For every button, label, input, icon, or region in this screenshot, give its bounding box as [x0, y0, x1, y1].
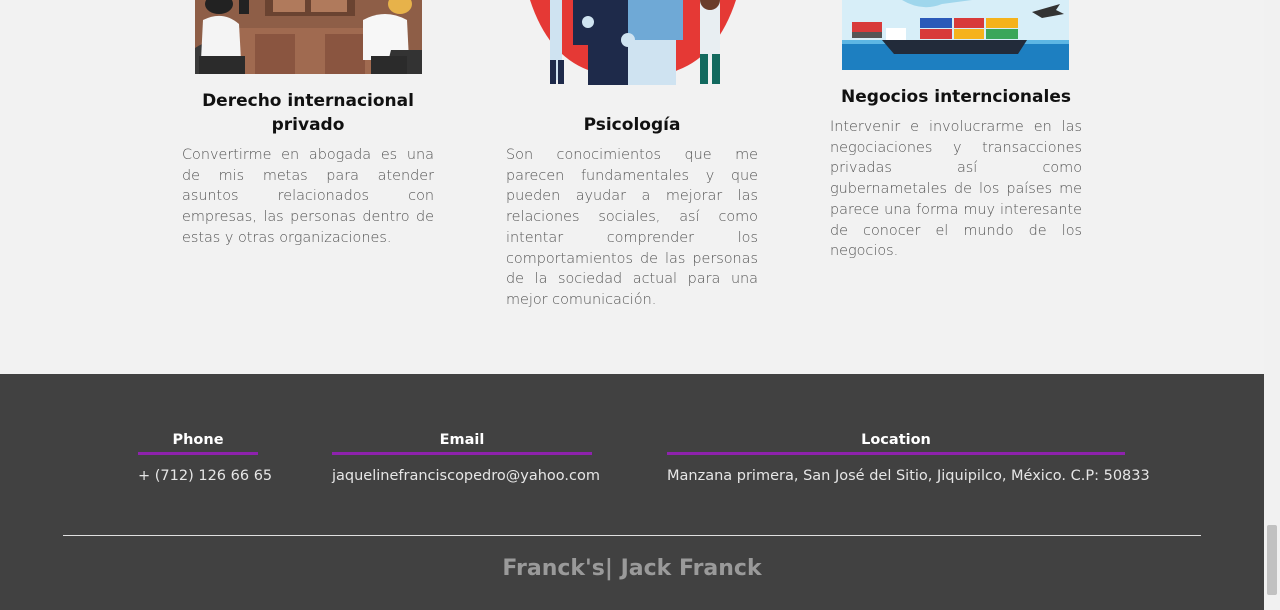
footer-email-underline	[332, 452, 592, 455]
vertical-scrollbar[interactable]	[1264, 0, 1280, 610]
cargo-ship-illustration	[842, 0, 1069, 70]
footer-phone-underline	[138, 452, 258, 455]
footer: Phone + (712) 126 66 65 Email jaquelinef…	[0, 374, 1264, 610]
footer-email-title: Email	[439, 432, 485, 448]
card-title-line1: Derecho internacional	[202, 91, 414, 111]
footer-email: Email jaquelinefranciscopedro@yahoo.com	[332, 430, 600, 486]
lawyers-illustration	[195, 0, 422, 74]
puzzle-illustration	[528, 0, 738, 90]
scrollbar-thumb[interactable]	[1267, 525, 1277, 595]
page: Derecho internacional privado Convertirm…	[0, 0, 1264, 610]
footer-location-title: Location	[861, 432, 931, 448]
card-title: Derecho internacional privado	[182, 89, 434, 137]
footer-location-underline	[667, 452, 1125, 455]
footer-email-value[interactable]: jaquelinefranciscopedro@yahoo.com	[332, 466, 600, 486]
footer-phone: Phone + (712) 126 66 65	[138, 430, 272, 486]
card-title: Psicología	[583, 115, 681, 135]
footer-brand: Franck's| Jack Franck	[502, 556, 762, 581]
card-text: Son conocimientos que me parecen fundame…	[506, 147, 758, 308]
card-title-line2: privado	[271, 115, 345, 135]
footer-location-value: Manzana primera, San José del Sitio, Jiq…	[667, 468, 1150, 484]
footer-location: Location Manzana primera, San José del S…	[667, 430, 1150, 486]
card-text: Intervenir e involucrarme en las negocia…	[830, 119, 1082, 260]
card-title: Negocios interncionales	[841, 87, 1071, 107]
card-text: Convertirme en abogada es una de mis met…	[182, 147, 434, 246]
footer-phone-value[interactable]: + (712) 126 66 65	[138, 466, 272, 486]
footer-phone-title: Phone	[172, 432, 224, 448]
footer-divider	[63, 535, 1201, 536]
